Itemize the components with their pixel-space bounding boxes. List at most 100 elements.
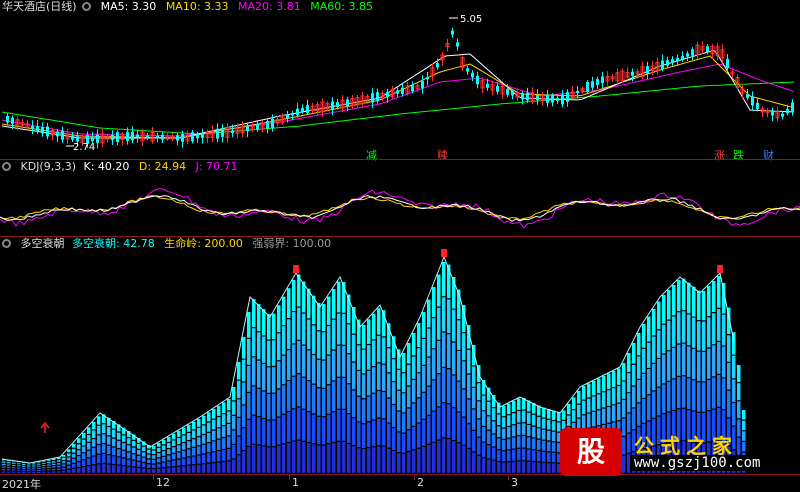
dk-bar-seg: [532, 438, 536, 450]
dk-bar-seg: [282, 326, 286, 355]
candle-body: [6, 116, 9, 123]
dk-bar-seg: [252, 299, 256, 327]
dk-bar-seg: [702, 321, 706, 351]
dk-bar-seg: [132, 441, 136, 447]
candlestick-chart[interactable]: [0, 0, 800, 160]
dk-bar-seg: [577, 404, 581, 418]
candle-body: [331, 101, 334, 110]
dk-bar-seg: [542, 440, 546, 451]
dk-bar-seg: [367, 345, 371, 370]
dk-bar-seg: [247, 393, 251, 419]
dk-bar-seg: [377, 363, 381, 390]
dk-bar-seg: [502, 451, 506, 462]
dk-bar-seg: [277, 389, 281, 417]
dk-bar-seg: [42, 469, 46, 471]
kdj-chart[interactable]: [0, 160, 800, 237]
dk-bar-seg: [262, 446, 266, 473]
dk-bar-seg: [172, 433, 176, 440]
dk-bar-seg: [457, 381, 461, 412]
dk-bar-seg: [402, 373, 406, 393]
dk-bar-seg: [407, 386, 411, 408]
dk-bar-seg: [162, 445, 166, 450]
candle-body: [546, 94, 549, 103]
dk-bar-seg: [627, 393, 631, 413]
dk-bar-seg: [602, 376, 606, 392]
dk-bar-seg: [32, 470, 36, 472]
dk-bar-seg: [667, 382, 671, 412]
candle-body: [586, 82, 589, 92]
date-axis: 2021年 12 1 2 3: [0, 474, 800, 491]
dk-bar-seg: [412, 380, 416, 403]
dk-bar-seg: [262, 336, 266, 363]
dk-bar-seg: [92, 430, 96, 438]
dk-bar-seg: [322, 332, 326, 360]
dk-bar-seg: [662, 324, 666, 354]
dk-bar-seg: [452, 309, 456, 342]
candle-body: [591, 81, 594, 88]
dk-bar-seg: [147, 464, 151, 468]
dk-bar-seg: [212, 430, 216, 441]
dk-bar-seg: [707, 317, 711, 348]
dk-bar-seg: [162, 462, 166, 468]
dk-bar-seg: [392, 428, 396, 450]
dk-bar-seg: [142, 446, 146, 451]
dk-bar-seg: [582, 386, 586, 400]
dk-bar-seg: [267, 367, 271, 393]
dk-bar-seg: [592, 412, 596, 427]
dk-bar-seg: [737, 401, 741, 419]
dk-bar-seg: [427, 328, 431, 357]
dk-bar-seg: [137, 462, 141, 467]
dk-bar-seg: [402, 413, 406, 433]
dk-bar-seg: [157, 468, 161, 473]
dk-bar-seg: [537, 416, 541, 428]
dk-bar-seg: [222, 450, 226, 461]
dk-bar-seg: [177, 452, 181, 459]
dk-bar-seg: [57, 471, 61, 473]
candle-body: [426, 77, 429, 80]
candle-body: [631, 71, 634, 76]
dk-bar-seg: [622, 381, 626, 399]
dk-bar-seg: [312, 355, 316, 384]
dk-bar-seg: [522, 423, 526, 435]
dk-bar-seg: [22, 472, 26, 473]
dk-bar-seg: [387, 448, 391, 473]
kdj-k-line: [0, 195, 800, 222]
dk-bar-seg: [97, 445, 101, 454]
dk-bar-seg: [687, 378, 691, 409]
dk-bar-seg: [267, 420, 271, 447]
dk-bar-seg: [607, 407, 611, 423]
dk-bar-seg: [92, 456, 96, 465]
dk-bar-seg: [202, 444, 206, 454]
dk-bar-seg: [227, 436, 231, 448]
candle-body: [706, 46, 709, 53]
candle-body: [71, 135, 74, 140]
dk-bar-seg: [92, 421, 96, 430]
dk-bar-seg: [427, 357, 431, 386]
dk-bar-seg: [222, 402, 226, 413]
dk-bar-seg: [612, 405, 616, 422]
dk-bar-seg: [142, 463, 146, 468]
candle-body: [726, 58, 729, 68]
dk-bar-seg: [52, 468, 56, 471]
dk-bar-seg: [502, 440, 506, 451]
dk-bar-seg: [327, 355, 331, 385]
dk-bar-seg: [427, 386, 431, 415]
dk-bar-seg: [632, 343, 636, 364]
dk-bar-seg: [12, 462, 16, 464]
dk-bar-seg: [52, 461, 56, 463]
dk-bar-seg: [712, 377, 716, 409]
dk-bar-seg: [542, 462, 546, 473]
dk-bar-seg: [647, 342, 651, 368]
dk-bar-seg: [487, 401, 491, 416]
dk-bar-seg: [357, 448, 361, 473]
dk-bar-seg: [117, 432, 121, 440]
dk-bar-seg: [92, 439, 96, 447]
dk-bar-seg: [252, 328, 256, 357]
dk-bar-seg: [477, 419, 481, 437]
dk-bar-seg: [147, 449, 151, 454]
dk-bar-seg: [277, 305, 281, 333]
dk-bar-seg: [37, 469, 41, 471]
dk-bar-seg: [42, 462, 46, 464]
dk-bar-seg: [217, 405, 221, 416]
dk-bar-seg: [567, 403, 571, 415]
